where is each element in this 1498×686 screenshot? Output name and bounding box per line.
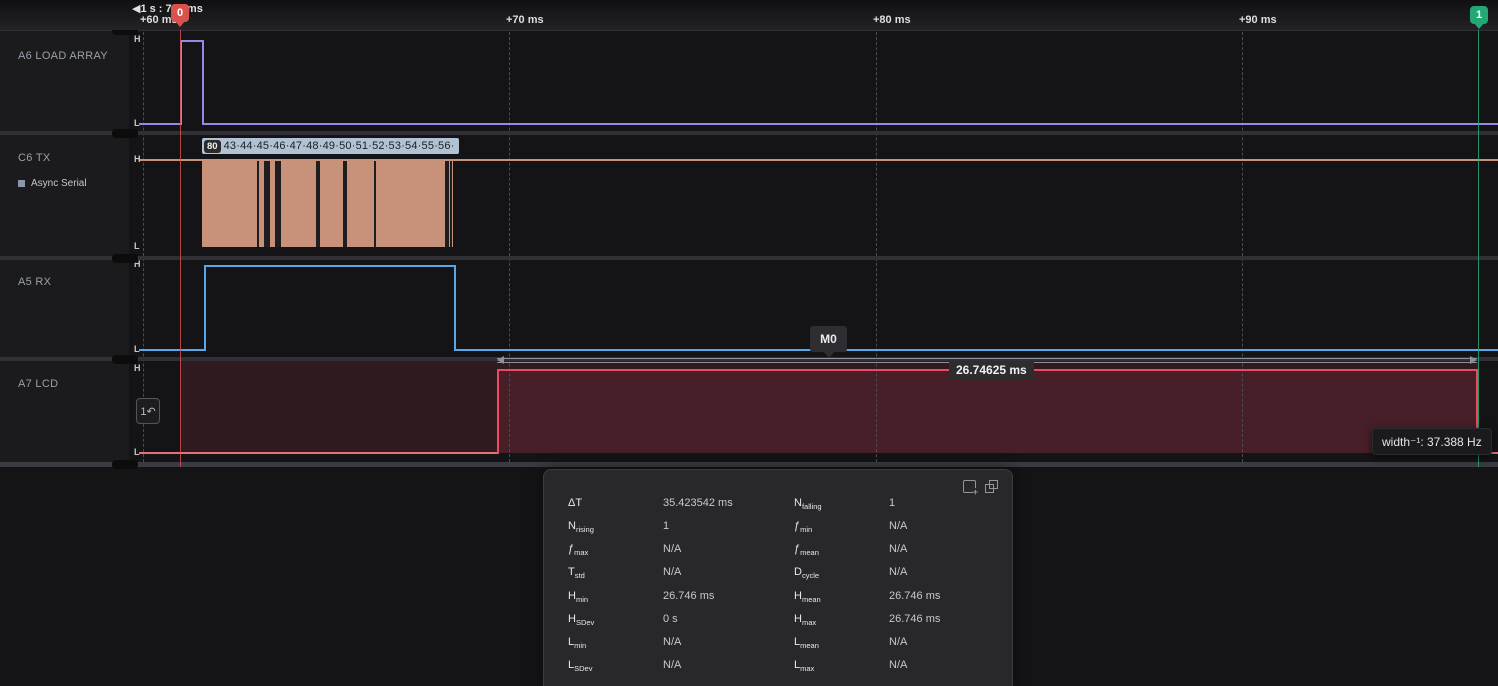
row-resize-handle[interactable] [112, 254, 138, 263]
serial-first-byte-badge: 80 [204, 140, 221, 153]
timing-marker-0-pin[interactable]: 0 [171, 4, 189, 22]
stat-value: N/A [889, 566, 907, 578]
gridline-60ms [143, 22, 144, 462]
row-resize-handle[interactable] [112, 355, 138, 364]
stat-label: N [794, 497, 802, 509]
stat-value: 0 s [663, 613, 678, 625]
jump-to-edge-button[interactable]: 1↶ [136, 398, 160, 424]
stat-label: H [568, 590, 576, 602]
row-divider[interactable] [0, 256, 1498, 260]
stat-value: 1 [663, 520, 669, 532]
stat-label: H [568, 613, 576, 625]
stat-value: N/A [889, 659, 907, 671]
gridline-90ms [1242, 22, 1243, 462]
row-resize-handle[interactable] [112, 460, 138, 469]
row-divider[interactable] [0, 462, 1498, 467]
serial-burst-block[interactable] [202, 161, 453, 247]
pulse-width-label[interactable]: 26.74625 ms [949, 361, 1034, 379]
logic-analyzer-app: ◀1 s : 700 ms +60 ms +70 ms +80 ms +90 m… [0, 0, 1498, 686]
add-to-dashboard-icon[interactable] [963, 480, 976, 493]
measure-arrow-right [1470, 356, 1477, 364]
stat-value: N/A [889, 543, 907, 555]
serial-decoded-values: 43·44·45·46·47·48·49·50·51·52·53·54·55·5… [224, 140, 455, 152]
copy-icon[interactable] [985, 480, 998, 493]
channel-sidebar [0, 30, 129, 467]
timing-marker-1-line[interactable] [1478, 26, 1479, 467]
level-label-low: L [134, 241, 140, 251]
stat-value: 26.746 ms [663, 590, 714, 602]
channel-label-a6[interactable]: A6 LOAD ARRAY [18, 50, 108, 62]
tick-label-90ms: +90 ms [1239, 14, 1277, 26]
timeline-ruler[interactable]: ◀1 s : 700 ms +60 ms +70 ms +80 ms +90 m… [0, 0, 1498, 30]
stat-value: N/A [889, 520, 907, 532]
stat-value: 1 [889, 497, 895, 509]
level-label-low: L [134, 344, 140, 354]
stat-value: N/A [663, 566, 681, 578]
timing-marker-0-label: 0 [177, 7, 183, 19]
stat-value: N/A [889, 636, 907, 648]
stat-value: 26.746 ms [889, 613, 940, 625]
level-label-low: L [134, 447, 140, 457]
analyzer-color-icon [18, 180, 25, 187]
channel-label-c6[interactable]: C6 TX [18, 152, 50, 164]
timing-marker-0-line[interactable] [180, 26, 181, 467]
gridline-80ms [876, 22, 877, 462]
tick-label-70ms: +70 ms [506, 14, 544, 26]
stat-label: N [568, 520, 576, 532]
stat-value: N/A [663, 543, 681, 555]
measure-arrow-left [497, 356, 504, 364]
gridline-70ms [509, 22, 510, 462]
stat-label: H [794, 613, 802, 625]
level-label-high: H [134, 34, 141, 44]
timing-marker-1-label: 1 [1476, 9, 1482, 21]
stat-value: 26.746 ms [889, 590, 940, 602]
stat-label: H [794, 590, 802, 602]
stat-value: N/A [663, 636, 681, 648]
high-pulse-fill [497, 369, 1477, 453]
analyzer-row[interactable]: Async Serial [18, 178, 87, 189]
row-resize-handle[interactable] [112, 129, 138, 138]
stat-label: T [568, 566, 575, 578]
channel-label-a5[interactable]: A5 RX [18, 276, 51, 288]
analyzer-label: Async Serial [31, 178, 87, 189]
width-frequency-tooltip: width⁻¹: 37.388 Hz [1372, 428, 1492, 455]
stat-value: N/A [663, 659, 681, 671]
channel-label-a7[interactable]: A7 LCD [18, 378, 58, 390]
serial-decode-bubble[interactable]: 80 43·44·45·46·47·48·49·50·51·52·53·54·5… [202, 138, 459, 154]
stat-label: D [794, 566, 802, 578]
measurement-details-panel[interactable]: ΔT 35.423542 ms Nfalling 1 Nrising 1 ƒmi… [543, 469, 1013, 686]
stat-label: ΔT [568, 497, 582, 509]
level-label-high: H [134, 363, 141, 373]
stat-value: 35.423542 ms [663, 497, 733, 509]
jump-to-edge-icon: 1↶ [140, 405, 155, 418]
level-label-high: H [134, 154, 141, 164]
measurement-marker-m0[interactable]: M0 [810, 326, 847, 352]
timing-marker-1-pin[interactable]: 1 [1470, 6, 1488, 24]
tick-label-80ms: +80 ms [873, 14, 911, 26]
level-label-low: L [134, 118, 140, 128]
row-divider[interactable] [0, 131, 1498, 135]
